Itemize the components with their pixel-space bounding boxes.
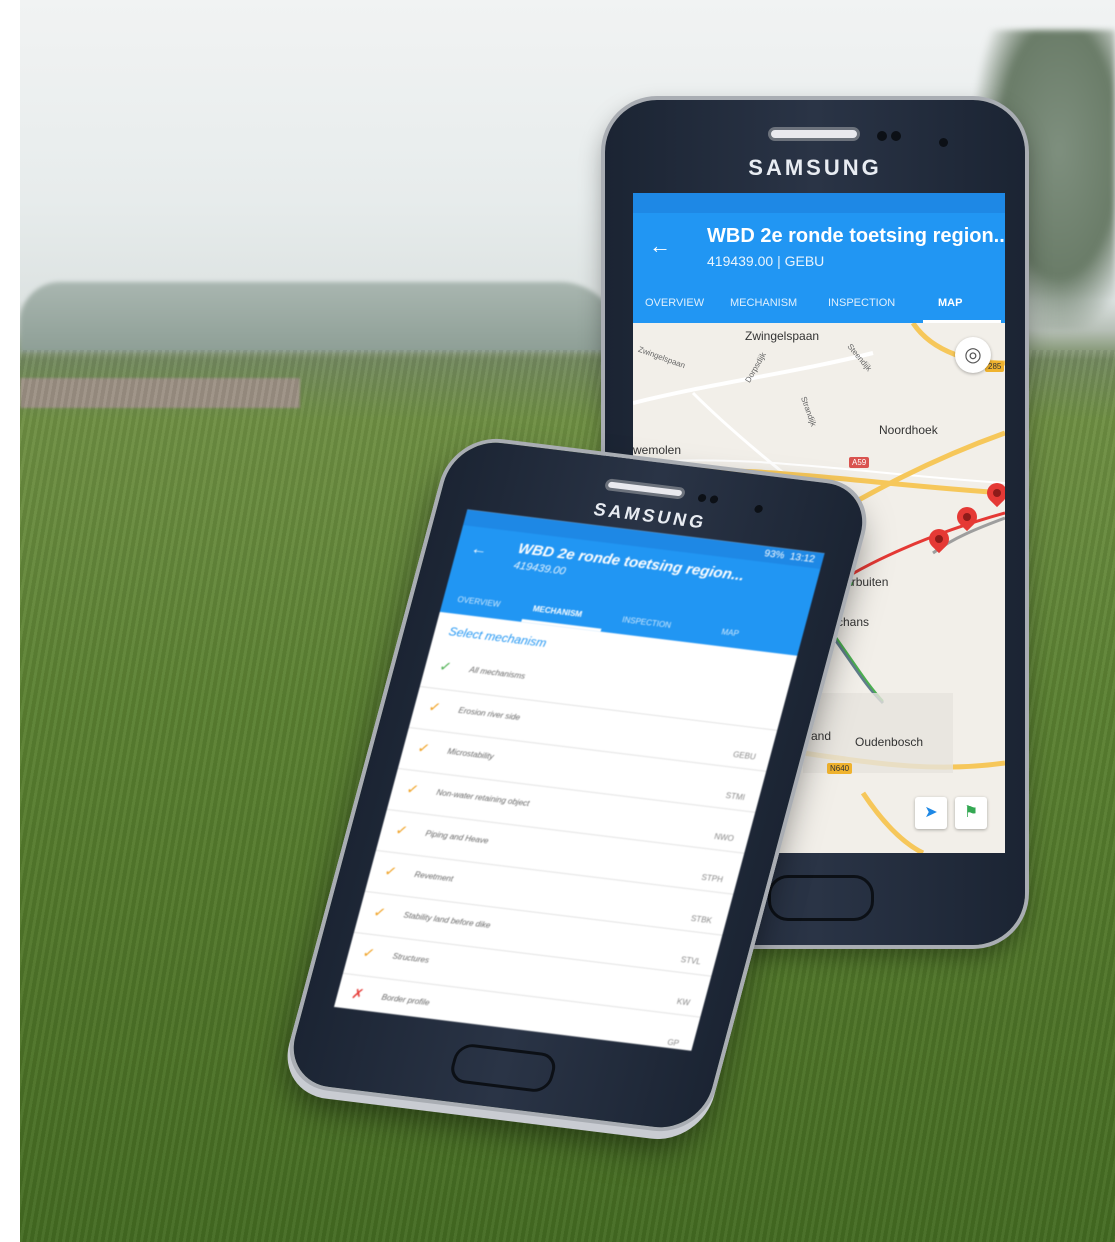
section-title: Select mechanism (447, 624, 549, 650)
mechanism-list: ✓ All mechanisms ✓ Erosion river side GE… (334, 646, 789, 1051)
road-badge: N640 (827, 763, 853, 774)
check-icon: ✓ (371, 903, 388, 921)
check-icon: ✓ (415, 739, 432, 757)
mechanism-name: Microstability (446, 746, 495, 762)
tab-overview[interactable]: OVERVIEW (456, 595, 501, 609)
map-place-label: Noordhoek (879, 423, 938, 437)
tab-map[interactable]: MAP (938, 297, 962, 309)
cross-icon: ✗ (349, 985, 366, 1003)
tab-bar: OVERVIEW MECHANISM INSPECTION MAP (440, 582, 805, 656)
map-place-label: Oudenbosch (855, 735, 924, 749)
mechanism-name: Piping and Heave (424, 828, 490, 846)
back-arrow-icon[interactable]: ← (649, 233, 671, 259)
map-place-label: wemolen (633, 443, 682, 457)
page-subtitle: 419439.00 (512, 559, 567, 578)
mechanism-code: STBK (689, 913, 713, 926)
tab-inspection[interactable]: INSPECTION (828, 297, 895, 309)
check-icon: ✓ (360, 944, 377, 962)
home-button[interactable] (768, 875, 874, 921)
mechanism-code: STPH (700, 872, 724, 885)
battery-level: 93% (763, 548, 786, 562)
google-maps-icon[interactable]: ⚑ (955, 797, 987, 829)
front-camera (939, 138, 948, 147)
front-camera (753, 504, 764, 514)
tab-mechanism[interactable]: MECHANISM (532, 604, 583, 619)
tab-map[interactable]: MAP (720, 627, 740, 638)
mechanism-name: Structures (391, 951, 431, 966)
phone-brand: SAMSUNG (748, 155, 882, 180)
mechanism-name: All mechanisms (468, 665, 527, 681)
tab-inspection[interactable]: INSPECTION (621, 615, 672, 630)
tab-bar: OVERVIEW MECHANISM INSPECTION MAP (633, 291, 1005, 323)
tab-overview[interactable]: OVERVIEW (645, 297, 704, 309)
speaker-grille (768, 127, 860, 141)
check-icon: ✓ (437, 657, 454, 675)
mechanism-code: KW (675, 996, 692, 1008)
sensor (697, 493, 708, 503)
map-place-label: and (811, 729, 832, 743)
mechanism-code: STVL (679, 954, 702, 967)
directions-icon[interactable]: ➤ (915, 797, 947, 829)
mechanism-code: STMI (724, 791, 746, 803)
mechanism-name: Revetment (413, 869, 455, 884)
map-place-label: Zwingelspaan (745, 329, 820, 343)
mechanism-code: GEBU (732, 749, 757, 762)
sensor (891, 131, 901, 141)
mechanism-code: NWO (713, 832, 735, 844)
back-arrow-icon[interactable]: ← (469, 540, 489, 560)
page-title: WBD 2e ronde toetsing region... (707, 225, 1005, 247)
road-badge: A59 (849, 457, 870, 468)
mechanism-code: GP (666, 1037, 681, 1049)
tab-indicator (521, 618, 602, 632)
check-icon: ✓ (404, 780, 421, 798)
page-subtitle: 419439.00 | GEBU (707, 253, 825, 269)
check-icon: ✓ (393, 821, 410, 839)
home-button[interactable] (447, 1042, 560, 1094)
check-icon: ✓ (382, 862, 399, 880)
distant-treeline (20, 282, 620, 352)
status-bar (633, 193, 1005, 213)
mechanism-name: Erosion river side (457, 705, 522, 723)
check-icon: ✓ (426, 698, 443, 716)
mechanism-name: Border profile (380, 992, 431, 1008)
status-time: 13:12 (788, 551, 817, 566)
mechanism-name: Non-water retaining object (435, 787, 531, 809)
mechanism-name: Stability land before dike (402, 910, 492, 931)
tab-mechanism[interactable]: MECHANISM (730, 297, 797, 309)
app-header: ← WBD 2e ronde toetsing region... 419439… (633, 193, 1005, 323)
sensor (877, 131, 887, 141)
speaker-grille (603, 478, 687, 500)
my-location-icon[interactable]: ◎ (955, 337, 991, 373)
sensor (708, 495, 719, 504)
